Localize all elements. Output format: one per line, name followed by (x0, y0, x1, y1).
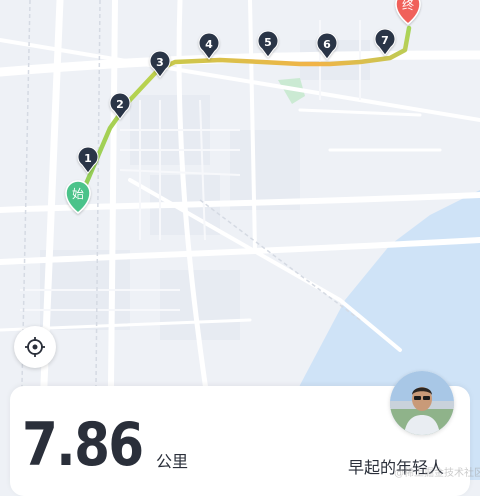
locate-button[interactable] (14, 326, 56, 368)
km-marker-label: 3 (156, 56, 164, 69)
user-avatar-icon (390, 371, 454, 435)
start-marker-label: 始 (72, 187, 84, 201)
end-marker-label: 终 (402, 0, 414, 12)
distance-unit: 公里 (156, 452, 189, 471)
km-marker-label: 5 (264, 36, 272, 49)
user-avatar[interactable] (390, 371, 454, 435)
distance-value: 7.86 (22, 410, 144, 480)
km-marker-label: 4 (205, 38, 213, 51)
km-marker-label: 6 (323, 38, 331, 51)
crosshair-icon (25, 337, 45, 357)
km-marker-label: 1 (84, 152, 92, 165)
km-marker-label: 2 (116, 98, 124, 111)
distance-display: 7.86 公里 (22, 406, 188, 478)
watermark: @稀土掘金技术社区 (394, 468, 480, 479)
km-marker-label: 7 (381, 34, 389, 47)
